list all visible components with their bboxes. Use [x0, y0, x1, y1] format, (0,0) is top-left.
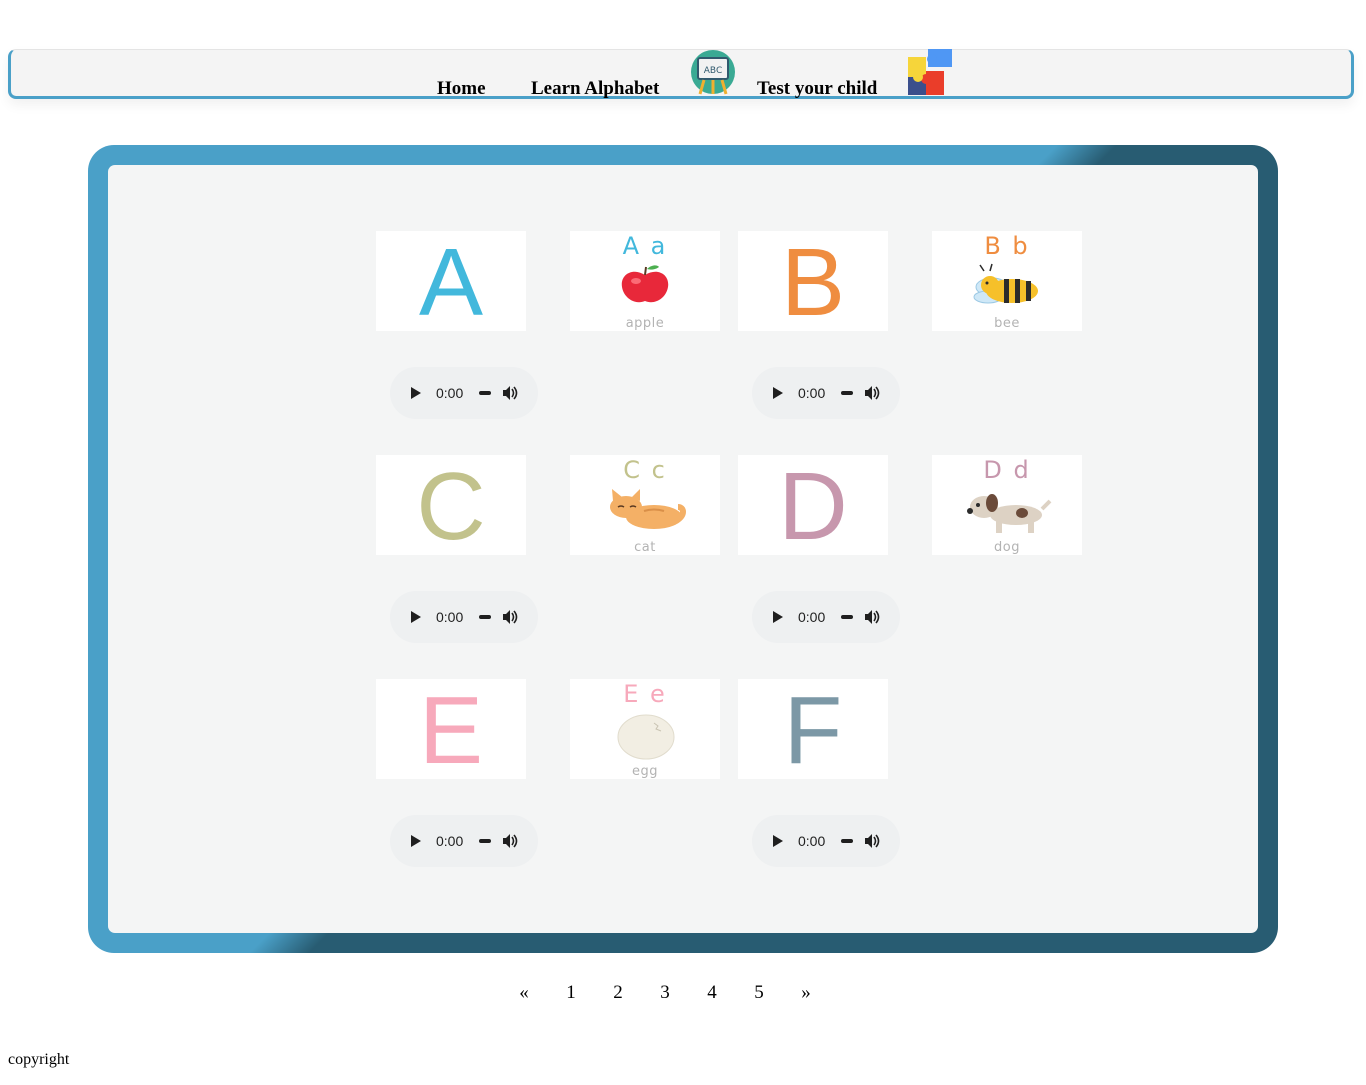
- play-icon[interactable]: [772, 834, 784, 848]
- big-letter: E: [418, 679, 484, 779]
- volume-icon[interactable]: [501, 384, 519, 402]
- letter-card-d: D: [738, 455, 888, 555]
- audio-time: 0:00: [798, 385, 826, 401]
- audio-progress[interactable]: [841, 839, 853, 843]
- pagination-page-4[interactable]: 4: [702, 982, 722, 1004]
- play-icon[interactable]: [772, 386, 784, 400]
- footer-copyright: copyright: [8, 1051, 70, 1068]
- letter-pair: C c: [623, 456, 667, 484]
- word-card-cat: C c cat: [570, 455, 720, 555]
- pagination-next[interactable]: »: [796, 982, 816, 1004]
- pagination-prev[interactable]: «: [514, 982, 534, 1004]
- nav-home-link[interactable]: Home: [437, 78, 486, 100]
- letter-card-a: A: [376, 231, 526, 331]
- play-icon[interactable]: [410, 610, 422, 624]
- letter-pair: B b: [984, 232, 1030, 260]
- audio-progress[interactable]: [841, 391, 853, 395]
- letter-card-c: C: [376, 455, 526, 555]
- nav-learn-alphabet-link[interactable]: Learn Alphabet: [531, 78, 659, 100]
- big-letter: F: [783, 679, 843, 779]
- word-card-apple: A a apple: [570, 231, 720, 331]
- letter-card-e: E: [376, 679, 526, 779]
- audio-player-a[interactable]: 0:00: [390, 367, 538, 419]
- apple-icon: [621, 265, 669, 303]
- audio-time: 0:00: [798, 833, 826, 849]
- letter-card-b: B: [738, 231, 888, 331]
- audio-progress[interactable]: [479, 839, 491, 843]
- word-label: apple: [625, 316, 665, 331]
- bee-icon: [973, 263, 1038, 304]
- letter-card-f: F: [738, 679, 888, 779]
- nav-test-your-child-link[interactable]: Test your child: [757, 78, 877, 100]
- pagination-page-2[interactable]: 2: [608, 982, 628, 1004]
- word-label: dog: [994, 540, 1020, 555]
- audio-time: 0:00: [436, 385, 464, 401]
- word-card-egg: E e egg: [570, 679, 720, 779]
- svg-text:ABC: ABC: [704, 66, 722, 76]
- audio-player-c[interactable]: 0:00: [390, 591, 538, 643]
- word-card-dog: D d dog: [932, 455, 1082, 555]
- volume-icon[interactable]: [863, 384, 881, 402]
- audio-player-d[interactable]: 0:00: [752, 591, 900, 643]
- big-letter: D: [778, 455, 848, 555]
- audio-player-f[interactable]: 0:00: [752, 815, 900, 867]
- word-card-bee: B b bee: [932, 231, 1082, 331]
- dog-icon: [967, 494, 1052, 533]
- letter-pair: E e: [623, 680, 667, 708]
- pagination-page-1[interactable]: 1: [561, 982, 581, 1004]
- audio-player-b[interactable]: 0:00: [752, 367, 900, 419]
- cat-icon: [610, 489, 686, 529]
- letter-pair: A a: [622, 232, 668, 260]
- audio-time: 0:00: [436, 609, 464, 625]
- word-label: egg: [631, 764, 658, 779]
- egg-icon: [617, 714, 675, 760]
- big-letter: C: [416, 455, 486, 555]
- pagination-page-3[interactable]: 3: [655, 982, 675, 1004]
- word-label: bee: [994, 316, 1020, 331]
- audio-progress[interactable]: [841, 615, 853, 619]
- volume-icon[interactable]: [863, 832, 881, 850]
- volume-icon[interactable]: [501, 608, 519, 626]
- audio-progress[interactable]: [479, 391, 491, 395]
- word-label: cat: [634, 540, 656, 555]
- play-icon[interactable]: [410, 834, 422, 848]
- audio-progress[interactable]: [479, 615, 491, 619]
- big-letter: A: [418, 231, 484, 331]
- play-icon[interactable]: [772, 610, 784, 624]
- pagination-page-5[interactable]: 5: [749, 982, 769, 1004]
- puzzle-pieces-icon[interactable]: [906, 49, 954, 97]
- top-navbar: Home Learn Alphabet ABC Test your child: [8, 49, 1354, 99]
- volume-icon[interactable]: [863, 608, 881, 626]
- audio-player-e[interactable]: 0:00: [390, 815, 538, 867]
- abc-easel-icon[interactable]: ABC: [690, 50, 736, 96]
- audio-time: 0:00: [798, 609, 826, 625]
- audio-time: 0:00: [436, 833, 464, 849]
- volume-icon[interactable]: [501, 832, 519, 850]
- big-letter: B: [780, 231, 846, 331]
- letter-pair: D d: [983, 456, 1031, 484]
- play-icon[interactable]: [410, 386, 422, 400]
